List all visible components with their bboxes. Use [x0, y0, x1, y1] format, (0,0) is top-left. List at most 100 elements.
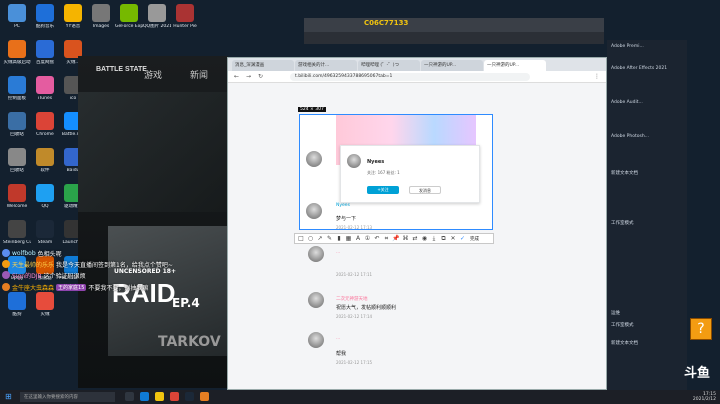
reply-name[interactable]: Nyees — [336, 203, 350, 208]
desktop-icon[interactable]: Steinberg Cubase 5 — [3, 220, 31, 245]
browser-tab[interactable]: 一只神游的UP... — [484, 60, 546, 71]
browser-tab[interactable]: 哔哩哔哩 (゜-゜)つ — [358, 60, 420, 71]
right-panel-label[interactable]: 工作室模式 — [611, 322, 634, 328]
desktop-icon[interactable]: Steam — [31, 220, 59, 245]
menu-icon[interactable]: ⋮ — [594, 73, 600, 80]
comment-text: 祝愿大气，发帖顺利顺顺利 — [336, 305, 397, 311]
comment-name[interactable]: ... — [336, 336, 340, 341]
browser-tab[interactable]: 一只神游的UP... — [421, 60, 483, 71]
screenshot-capture-region[interactable]: Nyees 关注: 167 粉丝: 1 +关注 发消息 Nyees 梦与一下 2… — [299, 114, 493, 230]
comment-avatar[interactable] — [308, 246, 324, 262]
desktop-icon[interactable]: 回收站 — [3, 112, 31, 137]
chat-username[interactable]: 金牛座大虫森森 — [12, 283, 54, 292]
done-button[interactable]: 完成 — [470, 236, 479, 242]
desktop-icon[interactable]: QQ图片 20210216 — [143, 4, 171, 29]
right-panel-label[interactable]: 运维 — [611, 310, 620, 316]
desktop-icon[interactable]: 火绒高级启动 — [3, 40, 31, 65]
comment-name[interactable]: ... — [336, 250, 340, 255]
desktop-icon[interactable]: 酷狗音乐 — [31, 4, 59, 29]
url-input[interactable]: t.bilibili.com/4963259433788695067tab=1 — [290, 73, 530, 81]
desktop-icon[interactable]: iTunes — [31, 76, 59, 101]
chat-username[interactable]: Sign的DJB — [12, 271, 42, 280]
steam-taskbar-icon[interactable] — [185, 392, 194, 401]
desktop-icon[interactable]: YY语音 — [59, 4, 87, 29]
desktop-icon[interactable]: Images — [87, 4, 115, 29]
app-icon — [36, 112, 54, 130]
save-icon[interactable]: ⤓ — [430, 235, 438, 243]
clock-date: 2021/2/12 — [692, 397, 716, 402]
launcher-nav-games[interactable]: 游戏 — [144, 68, 162, 81]
user-avatar[interactable] — [306, 151, 322, 167]
desktop-icon[interactable]: Welcome — [3, 184, 31, 209]
desktop-icon[interactable]: QQ — [31, 184, 59, 209]
app-taskbar-icon[interactable] — [200, 392, 209, 401]
translate-icon[interactable]: ⇄ — [411, 235, 419, 243]
pen-icon[interactable]: ✎ — [326, 235, 334, 243]
edge-taskbar-icon[interactable] — [140, 392, 149, 401]
forward-icon[interactable]: → — [246, 73, 251, 80]
arrow-icon[interactable]: ↗ — [316, 235, 324, 243]
desktop-icon-label: Steinberg Cubase 5 — [3, 240, 31, 245]
comment-avatar[interactable] — [308, 332, 324, 348]
app-icon — [8, 292, 26, 310]
comment-name[interactable]: 二次元神游天地 — [336, 296, 368, 302]
marker-icon[interactable]: ▮ — [335, 235, 343, 243]
desktop-icon[interactable]: Hunter Pie — [171, 4, 199, 29]
back-icon[interactable]: ← — [234, 73, 239, 80]
browser-tab[interactable]: 游戏相关的计... — [295, 60, 357, 71]
chat-avatar — [2, 283, 10, 291]
message-button[interactable]: 发消息 — [409, 186, 441, 194]
address-bar: ← → ↻ t.bilibili.com/4963259433788695067… — [228, 71, 606, 83]
chat-username[interactable]: wolfbob — [12, 250, 36, 257]
start-icon[interactable]: ⊞ — [5, 392, 12, 401]
mosaic-icon[interactable]: ▦ — [345, 235, 353, 243]
desktop-icon[interactable]: GeForce Experience — [115, 4, 143, 29]
desktop-icon[interactable]: 百度网盘 — [31, 40, 59, 65]
app-icon — [8, 112, 26, 130]
chat-username[interactable]: 天生最帅的乐乐 — [12, 260, 54, 269]
taskbar-search-input[interactable]: 在这里输入你要搜索的内容 — [20, 392, 115, 402]
undo-icon[interactable]: ↶ — [373, 235, 381, 243]
right-panel-label[interactable]: Adobe Photosh... — [611, 134, 649, 139]
reload-icon[interactable]: ↻ — [258, 73, 263, 80]
copy-icon[interactable]: ⧉ — [440, 235, 448, 243]
ocr-icon[interactable]: ⌘ — [402, 235, 410, 243]
right-panel-label[interactable]: 工作室模式 — [611, 220, 634, 226]
right-panel-label[interactable]: Adobe Audit... — [611, 100, 643, 105]
close-icon[interactable]: ✕ — [449, 235, 457, 243]
desktop-icon[interactable]: 火绒 — [31, 292, 59, 317]
card-avatar[interactable] — [347, 154, 361, 168]
game-launcher-window[interactable]: BATTLE STATE 游戏 新闻 UNCENSORED 18+ RAID E… — [78, 56, 228, 388]
follow-button[interactable]: +关注 — [367, 186, 399, 194]
rectangle-icon[interactable]: □ — [297, 235, 305, 243]
desktop-icon[interactable]: 控制面板 — [3, 76, 31, 101]
launcher-nav-news[interactable]: 新闻 — [190, 68, 208, 81]
right-panel-label[interactable]: Adobe Premi... — [611, 44, 644, 49]
desktop-icon[interactable]: Chrome — [31, 112, 59, 137]
desktop-icon[interactable]: PC — [3, 4, 31, 29]
user-card: Nyees 关注: 167 粉丝: 1 +关注 发消息 — [340, 145, 480, 203]
browser-tab[interactable]: 消息_深渊漫画 — [232, 60, 294, 71]
crop-icon[interactable]: ⌗ — [383, 235, 391, 243]
chrome-taskbar-icon[interactable] — [170, 392, 179, 401]
desktop-icon[interactable]: 软件 — [31, 148, 59, 173]
pin-icon[interactable]: 📌 — [392, 235, 400, 243]
confirm-icon[interactable]: ✓ — [459, 235, 467, 243]
card-nickname[interactable]: Nyees — [367, 159, 384, 165]
explorer-taskbar-icon[interactable] — [155, 392, 164, 401]
background-window[interactable]: C06C77133 — [304, 18, 604, 44]
question-block-icon[interactable]: ? — [690, 318, 712, 340]
task-view-icon[interactable] — [125, 392, 134, 401]
ellipse-icon[interactable]: ○ — [307, 235, 315, 243]
desktop-icon[interactable]: 酷狗 — [3, 292, 31, 317]
desktop-icon[interactable]: 回收站 — [3, 148, 31, 173]
record-icon[interactable]: ◉ — [421, 235, 429, 243]
text-icon[interactable]: A — [354, 235, 362, 243]
right-panel-label[interactable]: Adobe After Effects 2021 — [611, 66, 667, 71]
number-icon[interactable]: ① — [364, 235, 372, 243]
reply-avatar[interactable] — [306, 203, 322, 219]
right-panel-label[interactable]: 新建文本文档 — [611, 340, 638, 346]
comment-avatar[interactable] — [308, 292, 324, 308]
right-panel-label[interactable]: 新建文本文档 — [611, 170, 638, 176]
desktop-icon-label: 酷狗 — [12, 312, 22, 317]
